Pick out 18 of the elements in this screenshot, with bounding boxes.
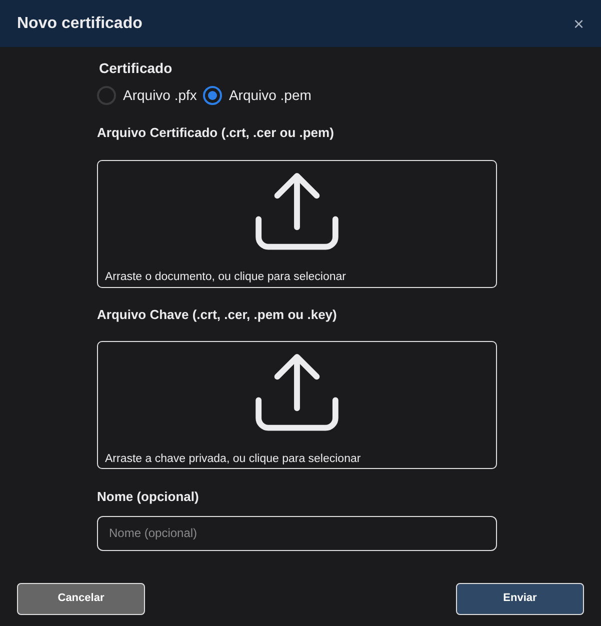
field-label: Arquivo Chave (.crt, .cer, .pem ou .key)	[97, 306, 338, 324]
radio-label: Arquivo .pfx	[123, 86, 197, 105]
upload-icon	[255, 351, 339, 434]
radio-button[interactable]	[202, 86, 222, 105]
cancel-button[interactable]: Cancelar	[17, 582, 145, 614]
field-label: Nome (opcional)	[97, 488, 200, 506]
close-button[interactable]: ×	[573, 14, 584, 32]
submit-button[interactable]: Enviar	[456, 582, 584, 614]
dialog-title: Novo certificado	[17, 14, 142, 34]
section-label: Certificado	[99, 59, 174, 78]
radio-label: Arquivo .pem	[228, 86, 312, 105]
dropzone-hint: Arraste a chave privada, ou clique para selecionar	[105, 452, 361, 467]
name-input[interactable]: Nome (opcional)	[97, 516, 497, 550]
file-dropzone[interactable]: Arraste a chave privada, ou clique para selecionar	[97, 341, 497, 469]
field-label: Arquivo Certificado (.crt, .cer ou .pem)	[97, 124, 335, 142]
file-dropzone[interactable]: Arraste o documento, ou clique para selecionar	[97, 160, 497, 288]
dropzone-hint: Arraste o documento, ou clique para selecionar	[105, 270, 346, 286]
radio-button[interactable]	[97, 86, 116, 105]
